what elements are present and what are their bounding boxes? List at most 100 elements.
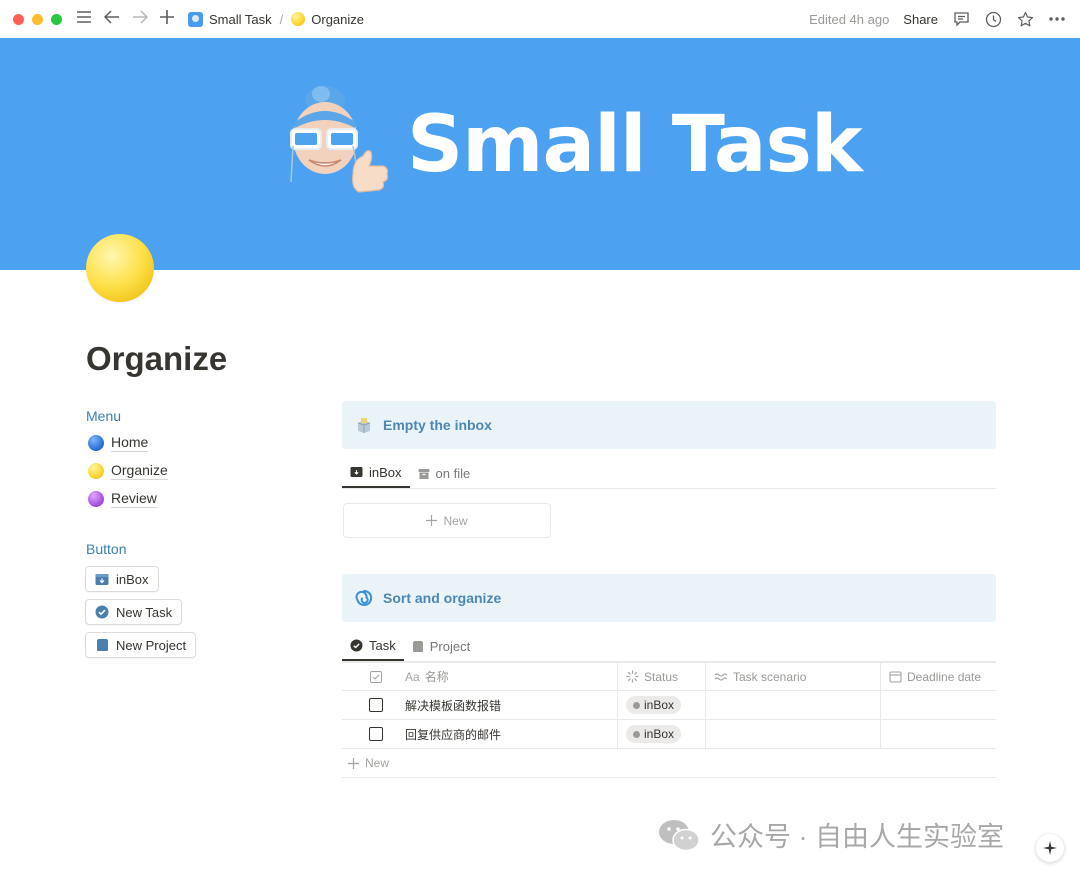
minimize-window-button[interactable] xyxy=(32,13,43,25)
button-label: New Task xyxy=(116,604,173,620)
status-badge: inBox xyxy=(626,725,682,743)
header-status-column[interactable]: Status xyxy=(618,663,706,690)
tab-task[interactable]: Task xyxy=(342,631,404,661)
breadcrumb-small-task[interactable]: Small Task xyxy=(188,11,272,27)
page-cover[interactable]: Small Task xyxy=(0,38,1080,270)
status-label: inBox xyxy=(644,698,675,712)
row-checkbox-cell xyxy=(342,720,397,748)
callout-sort-organize: Sort and organize xyxy=(342,574,996,622)
menu-item-review[interactable]: Review xyxy=(88,490,157,508)
new-task-button[interactable]: New Task xyxy=(85,599,183,625)
header-name-column[interactable]: Aa 名称 xyxy=(397,663,618,690)
watermark-text: 公众号 · 自由人生实验室 xyxy=(710,822,1004,852)
tab-project[interactable]: Project xyxy=(404,632,478,661)
button-label: inBox xyxy=(116,571,149,587)
task-name-cell[interactable]: 解决模板函数报错 xyxy=(397,691,618,719)
plus-icon xyxy=(348,757,359,769)
task-name: 解决模板函数报错 xyxy=(405,698,502,713)
row-checkbox-cell xyxy=(342,691,397,719)
status-property-icon xyxy=(626,670,639,683)
tab-label: Project xyxy=(429,639,471,654)
edited-timestamp: Edited 4h ago xyxy=(809,11,890,27)
column-label: Status xyxy=(644,669,679,684)
callout-title: Sort and organize xyxy=(383,590,502,606)
header-checkbox-column[interactable] xyxy=(342,663,397,690)
history-clock-icon[interactable] xyxy=(984,10,1002,28)
check-circle-icon xyxy=(350,639,363,651)
tab-on-file[interactable]: on file xyxy=(410,459,479,488)
new-label: New xyxy=(365,756,390,770)
new-project-button[interactable]: New Project xyxy=(85,632,197,658)
inbox-tray-icon xyxy=(95,572,109,586)
cyclone-icon xyxy=(355,589,373,607)
favorite-star-icon[interactable] xyxy=(1016,10,1034,28)
yellow-circle-icon xyxy=(291,12,306,26)
column-label: Task scenario xyxy=(733,669,807,684)
menu-item-organize[interactable]: Organize xyxy=(88,462,168,480)
callout-title: Empty the inbox xyxy=(383,417,492,433)
wechat-logo-icon xyxy=(659,819,700,851)
menu-heading: Menu xyxy=(86,408,122,424)
tab-label: on file xyxy=(435,466,471,481)
window-controls xyxy=(13,13,62,25)
breadcrumb-label: Organize xyxy=(311,11,364,27)
sparkle-icon xyxy=(1043,841,1057,855)
tab-label: inBox xyxy=(369,464,402,480)
yellow-circle-icon xyxy=(88,463,104,479)
page-icon-yellow-circle[interactable] xyxy=(86,234,154,302)
top-bar: Small Task / Organize Edited 4h ago Shar… xyxy=(0,0,1080,38)
close-window-button[interactable] xyxy=(13,13,24,25)
text-property-icon: Aa xyxy=(405,669,420,684)
memoji-favicon-icon xyxy=(188,11,203,27)
comments-icon[interactable] xyxy=(952,10,970,28)
blue-circle-icon xyxy=(88,435,104,451)
task-name-cell[interactable]: 回复供应商的邮件 xyxy=(397,720,618,748)
table-row[interactable]: 解决模板函数报错 inBox xyxy=(342,691,996,720)
task-checkbox[interactable] xyxy=(368,727,383,741)
table-new-row-button[interactable]: New xyxy=(342,749,996,778)
archive-icon xyxy=(95,638,109,652)
deadline-cell[interactable] xyxy=(881,691,996,719)
tab-inbox[interactable]: inBox xyxy=(342,458,410,488)
table-header-row: Aa 名称 Status Task scenario Deadline date xyxy=(342,662,996,691)
archive-icon xyxy=(418,468,430,479)
status-cell[interactable]: inBox xyxy=(618,691,706,719)
breadcrumb-separator: / xyxy=(279,11,284,27)
top-actions: Edited 4h ago Share xyxy=(809,10,1066,28)
memoji-thumbs-up-icon xyxy=(290,86,389,193)
tab-label: Task xyxy=(369,637,396,653)
wechat-watermark: 公众号 · 自由人生实验室 xyxy=(658,815,1004,854)
plus-icon xyxy=(426,515,438,526)
deadline-cell[interactable] xyxy=(881,720,996,748)
ai-sparkle-help-button[interactable] xyxy=(1036,834,1064,862)
sidebar-menu-icon[interactable] xyxy=(76,10,92,28)
table-row[interactable]: 回复供应商的邮件 inBox xyxy=(342,720,996,749)
forward-arrow-icon[interactable] xyxy=(132,10,149,28)
menu-item-label: Review xyxy=(111,490,157,508)
back-arrow-icon[interactable] xyxy=(103,10,120,28)
header-deadline-column[interactable]: Deadline date xyxy=(881,663,996,690)
zoom-window-button[interactable] xyxy=(51,13,62,25)
breadcrumb-organize[interactable]: Organize xyxy=(291,12,364,27)
menu-item-label: Organize xyxy=(111,462,168,480)
inbox-tray-icon xyxy=(350,467,363,477)
menu-item-home[interactable]: Home xyxy=(88,434,149,452)
status-badge: inBox xyxy=(626,696,682,714)
scenario-cell[interactable] xyxy=(706,720,881,748)
status-cell[interactable]: inBox xyxy=(618,720,706,748)
page-title[interactable]: Organize xyxy=(86,340,227,378)
board-new-card-button[interactable]: New xyxy=(343,503,551,538)
task-checkbox[interactable] xyxy=(368,698,383,712)
share-button[interactable]: Share xyxy=(903,12,938,27)
task-table: Aa 名称 Status Task scenario Deadline date… xyxy=(342,662,996,778)
menu-item-label: Home xyxy=(111,434,149,452)
calendar-icon xyxy=(889,671,902,683)
task-name: 回复供应商的邮件 xyxy=(405,727,502,742)
button-heading: Button xyxy=(86,541,127,557)
more-options-icon[interactable] xyxy=(1048,10,1066,28)
header-scenario-column[interactable]: Task scenario xyxy=(706,663,881,690)
scenario-cell[interactable] xyxy=(706,691,881,719)
button-label: New Project xyxy=(116,637,187,653)
inbox-button[interactable]: inBox xyxy=(85,566,159,592)
new-page-plus-icon[interactable] xyxy=(160,10,174,28)
